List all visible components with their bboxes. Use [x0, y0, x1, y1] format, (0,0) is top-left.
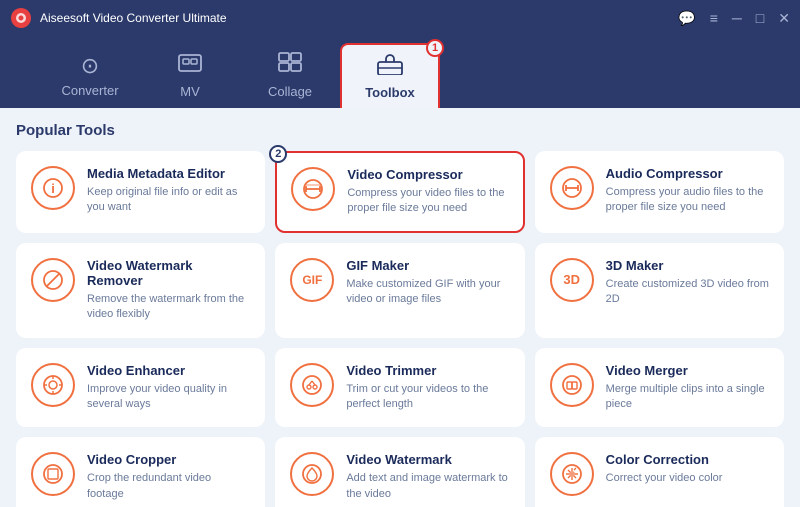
nav-bar: ⊙ Converter MV Collage	[0, 36, 800, 108]
close-icon[interactable]: ✕	[778, 10, 790, 27]
tool-card-audio-compressor[interactable]: Audio Compressor Compress your audio file…	[535, 151, 784, 233]
color-correction-name: Color Correction	[606, 452, 723, 467]
chat-icon[interactable]: 💬	[678, 10, 695, 27]
nav-item-toolbox[interactable]: Toolbox 1	[340, 43, 440, 108]
video-compressor-icon	[291, 167, 335, 211]
nav-label-mv: MV	[180, 84, 200, 99]
video-watermark-desc: Add text and image watermark to the vide…	[346, 471, 509, 502]
tool-card-media-metadata[interactable]: i Media Metadata Editor Keep original file…	[16, 151, 265, 233]
nav-label-toolbox: Toolbox	[365, 85, 415, 100]
media-metadata-name: Media Metadata Editor	[87, 166, 250, 181]
tool-card-video-watermark[interactable]: Video Watermark Add text and image waterm…	[275, 437, 524, 507]
video-watermark-remover-icon	[31, 258, 75, 302]
nav-item-collage[interactable]: Collage	[240, 43, 340, 108]
tool-card-video-trimmer[interactable]: Video Trimmer Trim or cut your videos to …	[275, 348, 524, 428]
audio-compressor-desc: Compress your audio files to the proper …	[606, 185, 769, 216]
tool-card-video-cropper[interactable]: Video Cropper Crop the redundant video fo…	[16, 437, 265, 507]
3d-maker-name: 3D Maker	[606, 258, 769, 273]
nav-item-converter[interactable]: ⊙ Converter	[40, 43, 140, 108]
toolbox-icon	[377, 53, 403, 81]
video-watermark-remover-desc: Remove the watermark from the video flex…	[87, 292, 250, 323]
section-title: Popular Tools	[16, 122, 784, 139]
video-merger-desc: Merge multiple clips into a single piece	[606, 382, 769, 413]
svg-text:i: i	[51, 181, 55, 196]
video-enhancer-name: Video Enhancer	[87, 363, 250, 378]
video-cropper-name: Video Cropper	[87, 452, 250, 467]
title-bar: Aiseesoft Video Converter Ultimate 💬 ≡ ─…	[0, 0, 800, 36]
video-watermark-remover-name: Video Watermark Remover	[87, 258, 250, 288]
menu-icon[interactable]: ≡	[710, 10, 718, 26]
video-cropper-desc: Crop the redundant video footage	[87, 471, 250, 502]
tool-card-video-merger[interactable]: Video Merger Merge multiple clips into a …	[535, 348, 784, 428]
gif-maker-icon: GIF	[290, 258, 334, 302]
main-content: Popular Tools i Media Metadata Editor Keep…	[0, 108, 800, 507]
video-compressor-name: Video Compressor	[347, 167, 508, 182]
title-bar-left: Aiseesoft Video Converter Ultimate	[10, 7, 227, 29]
3d-maker-desc: Create customized 3D video from 2D	[606, 277, 769, 308]
video-compressor-desc: Compress your video files to the proper …	[347, 186, 508, 217]
gif-maker-desc: Make customized GIF with your video or i…	[346, 277, 509, 308]
video-cropper-icon	[31, 452, 75, 496]
tool-card-color-correction[interactable]: Color Correction Correct your video color	[535, 437, 784, 507]
mv-icon	[178, 52, 202, 80]
tool-card-video-compressor[interactable]: Video Compressor Compress your video file…	[275, 151, 524, 233]
video-trimmer-icon	[290, 363, 334, 407]
minimize-icon[interactable]: ─	[732, 10, 742, 26]
video-merger-name: Video Merger	[606, 363, 769, 378]
audio-compressor-name: Audio Compressor	[606, 166, 769, 181]
nav-label-converter: Converter	[61, 83, 118, 98]
badge-video-compressor: 2	[269, 145, 287, 163]
tool-card-video-watermark-remover[interactable]: Video Watermark Remover Remove the waterm…	[16, 243, 265, 338]
tool-card-gif-maker[interactable]: GIF GIF Maker Make customized GIF with you…	[275, 243, 524, 338]
color-correction-desc: Correct your video color	[606, 471, 723, 486]
tool-card-video-enhancer[interactable]: Video Enhancer Improve your video quality…	[16, 348, 265, 428]
color-correction-icon	[550, 452, 594, 496]
video-watermark-name: Video Watermark	[346, 452, 509, 467]
video-enhancer-desc: Improve your video quality in several wa…	[87, 382, 250, 413]
gif-maker-name: GIF Maker	[346, 258, 509, 273]
maximize-icon[interactable]: □	[756, 10, 764, 26]
tools-grid: i Media Metadata Editor Keep original file…	[16, 151, 784, 507]
app-logo-icon	[10, 7, 32, 29]
media-metadata-desc: Keep original file info or edit as you w…	[87, 185, 250, 216]
3d-maker-icon: 3D	[550, 258, 594, 302]
video-enhancer-icon	[31, 363, 75, 407]
nav-label-collage: Collage	[268, 84, 312, 99]
video-merger-icon	[550, 363, 594, 407]
tool-card-3d-maker[interactable]: 3D 3D Maker Create customized 3D video fro…	[535, 243, 784, 338]
app-title: Aiseesoft Video Converter Ultimate	[40, 11, 227, 25]
video-watermark-icon	[290, 452, 334, 496]
video-trimmer-name: Video Trimmer	[346, 363, 509, 378]
converter-icon: ⊙	[81, 53, 99, 79]
badge-toolbox-nav: 1	[426, 39, 444, 57]
nav-item-mv[interactable]: MV	[140, 43, 240, 108]
video-trimmer-desc: Trim or cut your videos to the perfect l…	[346, 382, 509, 413]
audio-compressor-icon	[550, 166, 594, 210]
title-bar-controls: 💬 ≡ ─ □ ✕	[678, 10, 790, 27]
collage-icon	[278, 52, 302, 80]
media-metadata-icon: i	[31, 166, 75, 210]
